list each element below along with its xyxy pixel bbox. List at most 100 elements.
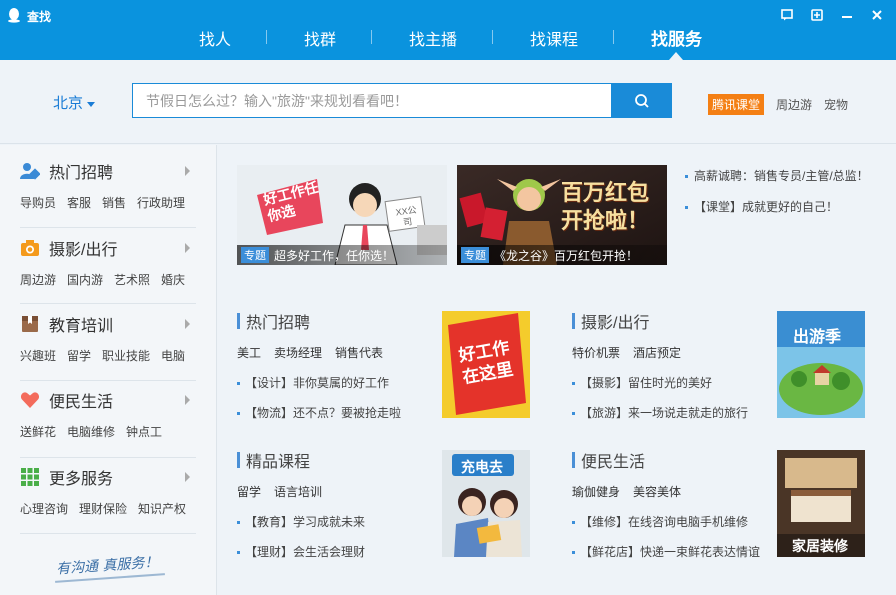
section-tag[interactable]: 特价机票: [572, 344, 620, 361]
tab-find-course[interactable]: 找课程: [530, 26, 578, 50]
banner-jobs[interactable]: 好工作任你选 XX公司 专题 超多好工作，任你选！: [237, 165, 447, 265]
bullet-icon: [572, 551, 575, 555]
news-item[interactable]: 高薪诚聘：销售专员/主管/总监！: [685, 167, 885, 184]
section-item-text: 【摄影】留住时光的美好: [580, 376, 713, 390]
section-item-text: 【物流】还不点？要被抢走啦: [245, 406, 402, 420]
sidebar-category-life[interactable]: 便民生活 送鲜花 电脑维修 钟点工: [20, 389, 196, 440]
travel-promo-image[interactable]: 出游季: [777, 311, 865, 418]
course-promo-text: 充电去: [461, 459, 503, 475]
sidebar-link[interactable]: 客服: [67, 194, 91, 211]
section-item-text: 【设计】非你莫属的好工作: [245, 376, 390, 390]
active-tab-indicator: [669, 52, 683, 60]
section-title[interactable]: 精品课程: [246, 448, 310, 472]
sidebar-category-title: 更多服务: [49, 471, 114, 488]
nav-tabs: 找人 找群 找主播 找课程 找服务: [0, 22, 896, 60]
heart-icon: [20, 392, 40, 408]
sidebar-category-title: 便民生活: [49, 394, 114, 411]
title-bar: 查找 找人 找群 找主播 找课程 找服务: [0, 0, 896, 60]
banner-jobs-art-subtext: XX公司: [395, 204, 418, 228]
section-tag[interactable]: 瑜伽健身: [572, 483, 620, 500]
section-tag[interactable]: 美工: [237, 344, 261, 361]
sidebar-link[interactable]: 婚庆: [161, 271, 185, 288]
tencent-classroom-badge[interactable]: 腾讯课堂: [708, 94, 765, 115]
hot-link[interactable]: 周边游: [776, 96, 812, 113]
section-item-text: 【理财】会生活会理财: [245, 545, 366, 559]
bullet-icon: [572, 521, 575, 525]
section-title[interactable]: 便民生活: [581, 448, 645, 472]
sidebar-link[interactable]: 职业技能: [102, 347, 150, 364]
sidebar: 热门招聘 导购员 客服 销售 行政助理 摄影/出行 周边游 国内游 艺术照 婚庆…: [0, 145, 217, 595]
bullet-icon: [237, 521, 240, 525]
section-tag[interactable]: 卖场经理: [274, 344, 322, 361]
section-title[interactable]: 热门招聘: [246, 309, 310, 333]
section-marker: [572, 313, 575, 329]
search-input[interactable]: [132, 83, 612, 118]
course-promo-image[interactable]: 充电去: [442, 450, 530, 557]
bullet-icon: [237, 412, 240, 416]
sidebar-link[interactable]: 电脑维修: [67, 423, 115, 440]
tab-find-service[interactable]: 找服务: [651, 25, 702, 50]
sidebar-category-more[interactable]: 更多服务 心理咨询 理财保险 知识产权: [20, 466, 196, 517]
sidebar-link[interactable]: 理财保险: [79, 500, 127, 517]
camera-icon: [21, 240, 39, 256]
bullet-icon: [572, 382, 575, 386]
sidebar-link[interactable]: 送鲜花: [20, 423, 56, 440]
life-promo-image[interactable]: 家居装修: [777, 450, 865, 557]
sidebar-link[interactable]: 心理咨询: [20, 500, 68, 517]
search-button[interactable]: [611, 83, 672, 118]
section-tag[interactable]: 美容美体: [633, 483, 681, 500]
sidebar-link[interactable]: 知识产权: [138, 500, 186, 517]
city-selector[interactable]: 北京: [53, 92, 96, 113]
section-item-text: 【旅游】来一场说走就走的旅行: [580, 406, 749, 420]
sidebar-category-title: 摄影/出行: [49, 242, 118, 259]
news-list: 高薪诚聘：销售专员/主管/总监！ 【课堂】成就更好的自己！: [685, 167, 885, 229]
search-area: 北京 腾讯课堂 周边游 宠物: [0, 60, 896, 144]
sidebar-link[interactable]: 钟点工: [126, 423, 162, 440]
sidebar-category-title: 热门招聘: [49, 165, 114, 182]
sidebar-link[interactable]: 艺术照: [114, 271, 150, 288]
section-tag[interactable]: 销售代表: [335, 344, 383, 361]
qq-penguin-icon: [8, 8, 20, 23]
banner-dragon-nest[interactable]: 百万红包开抢啦！ 专题 《龙之谷》百万红包开抢！: [457, 165, 667, 265]
section-title[interactable]: 摄影/出行: [581, 309, 649, 333]
life-promo-text: 家居装修: [792, 538, 848, 554]
news-item[interactable]: 【课堂】成就更好的自己！: [685, 198, 885, 215]
divider: [20, 303, 196, 304]
news-item-text: 【课堂】成就更好的自己！: [694, 200, 839, 214]
bullet-icon: [685, 175, 688, 179]
banner-game-art-text: 百万红包开抢啦！: [561, 180, 650, 233]
sidebar-category-education[interactable]: 教育培训 兴趣班 留学 职业技能 电脑: [20, 313, 196, 364]
divider: [20, 380, 196, 381]
sidebar-category-photo-travel[interactable]: 摄影/出行 周边游 国内游 艺术照 婚庆: [20, 237, 196, 288]
banner-caption: 《龙之谷》百万红包开抢！: [494, 248, 639, 263]
news-item-text: 高薪诚聘：销售专员/主管/总监！: [694, 169, 869, 183]
hot-link[interactable]: 宠物: [824, 96, 848, 113]
tab-find-streamer[interactable]: 找主播: [409, 26, 457, 50]
section-item-text: 【鲜花店】快递一束鲜花表达情谊: [580, 545, 761, 559]
divider: [20, 227, 196, 228]
section-tag[interactable]: 留学: [237, 483, 261, 500]
section-tag[interactable]: 语言培训: [274, 483, 322, 500]
sidebar-category-recruit[interactable]: 热门招聘 导购员 客服 销售 行政助理: [20, 160, 196, 211]
section-tag[interactable]: 酒店预定: [633, 344, 681, 361]
sidebar-category-title: 教育培训: [49, 318, 114, 335]
chevron-right-icon: [185, 319, 190, 329]
sidebar-link[interactable]: 兴趣班: [20, 347, 56, 364]
recruit-promo-image[interactable]: 好工作在这里: [442, 311, 530, 418]
sidebar-link[interactable]: 国内游: [67, 271, 103, 288]
people-icon: [20, 163, 40, 180]
banner-caption: 超多好工作，任你选！: [274, 248, 395, 263]
book-icon: [22, 316, 38, 332]
bullet-icon: [237, 551, 240, 555]
sidebar-link[interactable]: 留学: [67, 347, 91, 364]
banner-tag: 专题: [461, 247, 489, 263]
tab-find-people[interactable]: 找人: [199, 26, 231, 50]
sidebar-link[interactable]: 销售: [102, 194, 126, 211]
sidebar-link[interactable]: 电脑: [161, 347, 185, 364]
sidebar-link[interactable]: 导购员: [20, 194, 56, 211]
chevron-right-icon: [185, 395, 190, 405]
sidebar-link[interactable]: 周边游: [20, 271, 56, 288]
tab-find-group[interactable]: 找群: [304, 26, 336, 50]
sidebar-link[interactable]: 行政助理: [137, 194, 185, 211]
chevron-right-icon: [185, 166, 190, 176]
